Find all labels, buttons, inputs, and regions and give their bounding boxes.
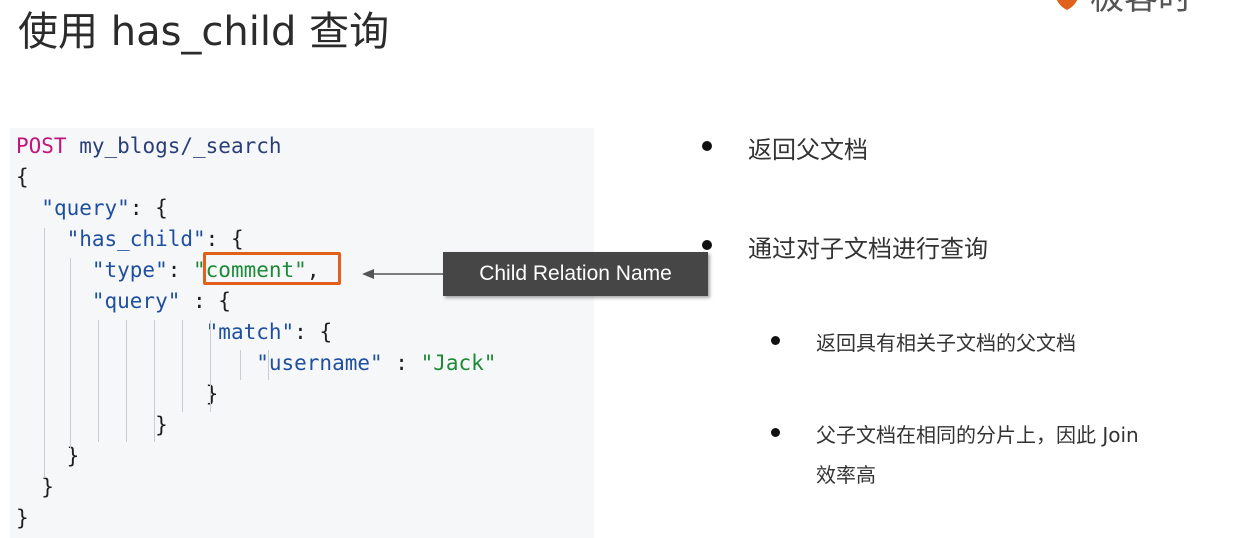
type-value-highlight (203, 252, 341, 285)
code-line: } (16, 472, 54, 503)
indent-guide (154, 320, 155, 442)
sub-bullet-same-shard: 父子文档在相同的分片上，因此 Join (816, 423, 1139, 447)
code-line: "has_child": { (16, 224, 244, 255)
code-token: : { (205, 227, 244, 251)
code-token: "Jack" (420, 351, 497, 375)
code-token: : { (180, 289, 231, 313)
code-token: "query" (91, 289, 181, 313)
sub-bullet-efficiency: 效率高 (816, 463, 876, 487)
code-token: : { (129, 196, 168, 220)
code-token: } (66, 444, 80, 468)
code-token: "username" (256, 351, 383, 375)
logo-mark-icon (1056, 0, 1078, 10)
callout-label: Child Relation Name (443, 252, 708, 296)
code-token: } (16, 506, 29, 530)
indent-guide (44, 228, 45, 478)
code-line: POST my_blogs/_search (16, 131, 282, 162)
code-line: { (16, 162, 29, 193)
code-token: "type" (91, 258, 168, 282)
code-line: } (16, 379, 219, 410)
indent-guide (268, 350, 269, 380)
indent-guide (98, 320, 99, 442)
bullet-dot (702, 141, 712, 151)
code-token: POST (16, 134, 67, 158)
indent-guide (240, 350, 241, 380)
code-line: } (16, 410, 168, 441)
code-token: "query" (41, 196, 130, 220)
sub-bullet-dot (771, 336, 780, 345)
code-token: : { (294, 320, 333, 344)
code-token: : (382, 351, 421, 375)
logo-text: 极客时 (1090, 0, 1192, 18)
code-token: "match" (205, 320, 295, 344)
code-line: } (16, 503, 29, 534)
code-token: } (155, 413, 168, 437)
code-token: : (167, 258, 194, 282)
code-line: "match": { (16, 317, 332, 348)
bullet-return-parent: 返回父文档 (748, 136, 868, 164)
callout-arrow-icon (362, 269, 444, 279)
code-token: { (16, 165, 29, 189)
indent-guide (182, 320, 183, 412)
code-token: } (41, 475, 54, 499)
code-token: my_blogs/_search (79, 134, 282, 158)
indent-guide (210, 320, 211, 412)
code-line: "query": { (16, 193, 168, 224)
code-line: "username" : "Jack" (16, 348, 496, 379)
indent-guide (70, 258, 71, 448)
sub-bullet-has-children: 返回具有相关子文档的父文档 (816, 331, 1076, 355)
bullet-dot (702, 240, 712, 250)
code-token: } (205, 382, 219, 406)
sub-bullet-dot (771, 428, 780, 437)
bullet-query-children: 通过对子文档进行查询 (748, 235, 988, 263)
slide-title: 使用 has_child 查询 (18, 9, 390, 55)
code-token: "has_child" (66, 227, 206, 251)
code-line: "query" : { (16, 286, 231, 317)
indent-guide (126, 320, 127, 442)
